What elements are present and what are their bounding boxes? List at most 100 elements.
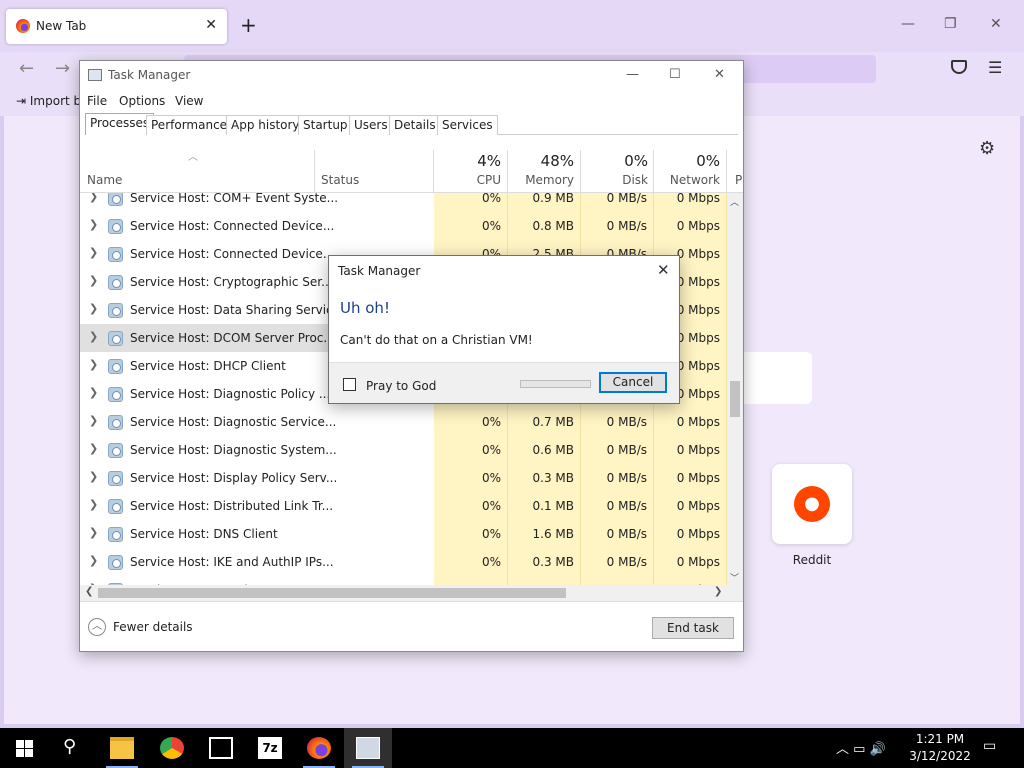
pray-checkbox-label[interactable]: Pray to God <box>366 379 436 393</box>
close-button[interactable]: ✕ <box>714 67 725 82</box>
row-name-area[interactable]: ❯ Service Host: IKE and AuthIP IPs... <box>80 548 433 576</box>
menu-options[interactable]: Options <box>119 94 165 108</box>
clock-time[interactable]: 1:21 PM <box>913 732 967 746</box>
expand-chevron-icon[interactable]: ❯ <box>89 442 98 455</box>
expand-chevron-icon[interactable]: ❯ <box>89 218 98 231</box>
collapse-icon[interactable]: ︿ <box>88 618 106 636</box>
import-bookmarks-button[interactable]: ⇥ Import b <box>16 94 81 108</box>
table-row[interactable]: ❯ Service Host: DNS Client 0% 1.6 MB 0 MB/s 0… <box>80 520 727 548</box>
fewer-details-link[interactable]: Fewer details <box>113 620 193 634</box>
taskbar-7zip[interactable]: 7z <box>246 728 294 768</box>
search-button[interactable]: ⚲ <box>48 728 96 768</box>
task-manager-titlebar[interactable]: Task Manager — ☐ ✕ <box>80 61 743 91</box>
system-tray[interactable]: ︿ ▭ 🔊 <box>836 738 886 757</box>
browser-minimize-button[interactable]: — <box>901 16 915 32</box>
windows-logo-icon <box>25 740 33 748</box>
start-button[interactable] <box>0 728 48 768</box>
network-total-percent[interactable]: 0% <box>660 152 720 170</box>
settings-gear-icon[interactable]: ⚙ <box>979 138 995 159</box>
notification-icon[interactable]: ▭ <box>983 738 996 754</box>
table-row[interactable]: ❯ Service Host: Diagnostic Service... 0% 0.… <box>80 408 727 436</box>
shortcut-tile[interactable] <box>740 352 812 404</box>
expand-chevron-icon[interactable]: ❯ <box>89 274 98 287</box>
table-row[interactable]: ❯ Service Host: Connected Device... 0% 0.8 … <box>80 212 727 240</box>
scroll-right-icon[interactable]: ❯ <box>714 586 722 597</box>
table-row[interactable]: ❯ Service Host: Diagnostic System... 0% 0.6… <box>80 436 727 464</box>
tab-startup[interactable]: Startup <box>298 115 353 135</box>
expand-chevron-icon[interactable]: ❯ <box>89 498 98 511</box>
column-status[interactable]: Status <box>321 173 359 187</box>
expand-chevron-icon[interactable]: ❯ <box>89 470 98 483</box>
tab-users[interactable]: Users <box>349 115 393 135</box>
tab-performance[interactable]: Performance <box>146 115 233 135</box>
column-memory[interactable]: Memory <box>520 173 574 187</box>
disk-total-percent[interactable]: 0% <box>600 152 648 170</box>
row-name-area[interactable]: ❯ Service Host: Connected Device... <box>80 212 433 240</box>
tab-close-icon[interactable]: ✕ <box>205 17 217 33</box>
expand-chevron-icon[interactable]: ❯ <box>89 386 98 399</box>
browser-tab[interactable]: New Tab ✕ <box>6 9 227 44</box>
taskbar-file-explorer[interactable] <box>98 728 146 768</box>
tab-processes[interactable]: Processes <box>85 113 155 135</box>
column-cpu[interactable]: CPU <box>460 173 501 187</box>
column-name[interactable]: Name <box>87 173 122 187</box>
process-name: Service Host: Data Sharing Service <box>130 303 341 317</box>
table-row[interactable]: ❯Service Host: IP Helper0%0.4 MB0 MB/s0 … <box>80 576 727 585</box>
back-button[interactable]: ← <box>19 58 34 79</box>
row-name-area[interactable]: ❯Service Host: IP Helper <box>80 576 433 585</box>
taskbar-firefox[interactable] <box>295 728 343 768</box>
scroll-up-icon[interactable]: ︿ <box>730 195 739 208</box>
expand-chevron-icon[interactable]: ❯ <box>89 193 98 203</box>
cancel-button[interactable]: Cancel <box>599 372 667 393</box>
scroll-thumb[interactable] <box>98 588 566 598</box>
expand-chevron-icon[interactable]: ❯ <box>89 246 98 259</box>
row-name-area[interactable]: ❯ Service Host: Display Policy Serv... <box>80 464 433 492</box>
row-name-area[interactable]: ❯ Service Host: Distributed Link Tr... <box>80 492 433 520</box>
scroll-thumb[interactable] <box>730 381 740 417</box>
expand-chevron-icon[interactable]: ❯ <box>89 554 98 567</box>
menu-file[interactable]: File <box>87 94 107 108</box>
tab-app-history[interactable]: App history <box>226 115 305 135</box>
table-row[interactable]: ❯ Service Host: Distributed Link Tr... 0% 0… <box>80 492 727 520</box>
row-name-area[interactable]: ❯ Service Host: Diagnostic Service... <box>80 408 433 436</box>
end-task-button[interactable]: End task <box>652 617 734 639</box>
scroll-left-icon[interactable]: ❮ <box>85 586 93 597</box>
forward-button[interactable]: → <box>55 58 70 79</box>
table-row[interactable]: ❯ Service Host: Display Policy Serv... 0% 0… <box>80 464 727 492</box>
memory-total-percent[interactable]: 48% <box>520 152 574 170</box>
browser-close-button[interactable]: ✕ <box>990 16 1002 32</box>
reddit-shortcut-tile[interactable]: ● <box>772 464 852 544</box>
expand-chevron-icon[interactable]: ❯ <box>89 330 98 343</box>
row-name-area[interactable]: ❯ Service Host: COM+ Event Syste... <box>80 193 433 212</box>
expand-chevron-icon[interactable]: ❯ <box>89 358 98 371</box>
maximize-button[interactable]: ☐ <box>669 67 681 82</box>
cpu-total-percent[interactable]: 4% <box>460 152 501 170</box>
sort-caret-icon[interactable]: ︿ <box>188 148 198 163</box>
tab-services[interactable]: Services <box>437 115 498 135</box>
row-name-area[interactable]: ❯ Service Host: DNS Client <box>80 520 433 548</box>
row-name-area[interactable]: ❯ Service Host: Diagnostic System... <box>80 436 433 464</box>
pray-checkbox[interactable] <box>343 378 356 391</box>
column-network[interactable]: Network <box>660 173 720 187</box>
vertical-scrollbar[interactable]: ︿ ﹀ <box>727 193 743 585</box>
expand-chevron-icon[interactable]: ❯ <box>89 414 98 427</box>
horizontal-scrollbar[interactable]: ❮ ❯ <box>80 585 743 601</box>
expand-chevron-icon[interactable]: ❯ <box>89 302 98 315</box>
table-row[interactable]: ❯ Service Host: IKE and AuthIP IPs... 0% 0.… <box>80 548 727 576</box>
column-disk[interactable]: Disk <box>600 173 648 187</box>
taskbar-chrome[interactable] <box>148 728 196 768</box>
minimize-button[interactable]: — <box>626 67 639 82</box>
browser-restore-button[interactable]: ❐ <box>944 16 957 32</box>
table-row[interactable]: ❯ Service Host: COM+ Event Syste... 0% 0.9 … <box>80 193 727 212</box>
expand-chevron-icon[interactable]: ❯ <box>89 526 98 539</box>
menu-view[interactable]: View <box>175 94 203 108</box>
tab-details[interactable]: Details <box>389 115 441 135</box>
dialog-close-icon[interactable]: ✕ <box>657 261 670 279</box>
taskbar-task-manager[interactable] <box>344 728 392 768</box>
app-menu-icon[interactable]: ☰ <box>988 58 1002 77</box>
clock-date[interactable]: 3/12/2022 <box>906 749 974 763</box>
taskbar-task-view[interactable] <box>197 728 245 768</box>
scroll-down-icon[interactable]: ﹀ <box>730 571 739 584</box>
new-tab-button[interactable]: + <box>240 13 257 37</box>
column-power[interactable]: P <box>735 173 742 187</box>
